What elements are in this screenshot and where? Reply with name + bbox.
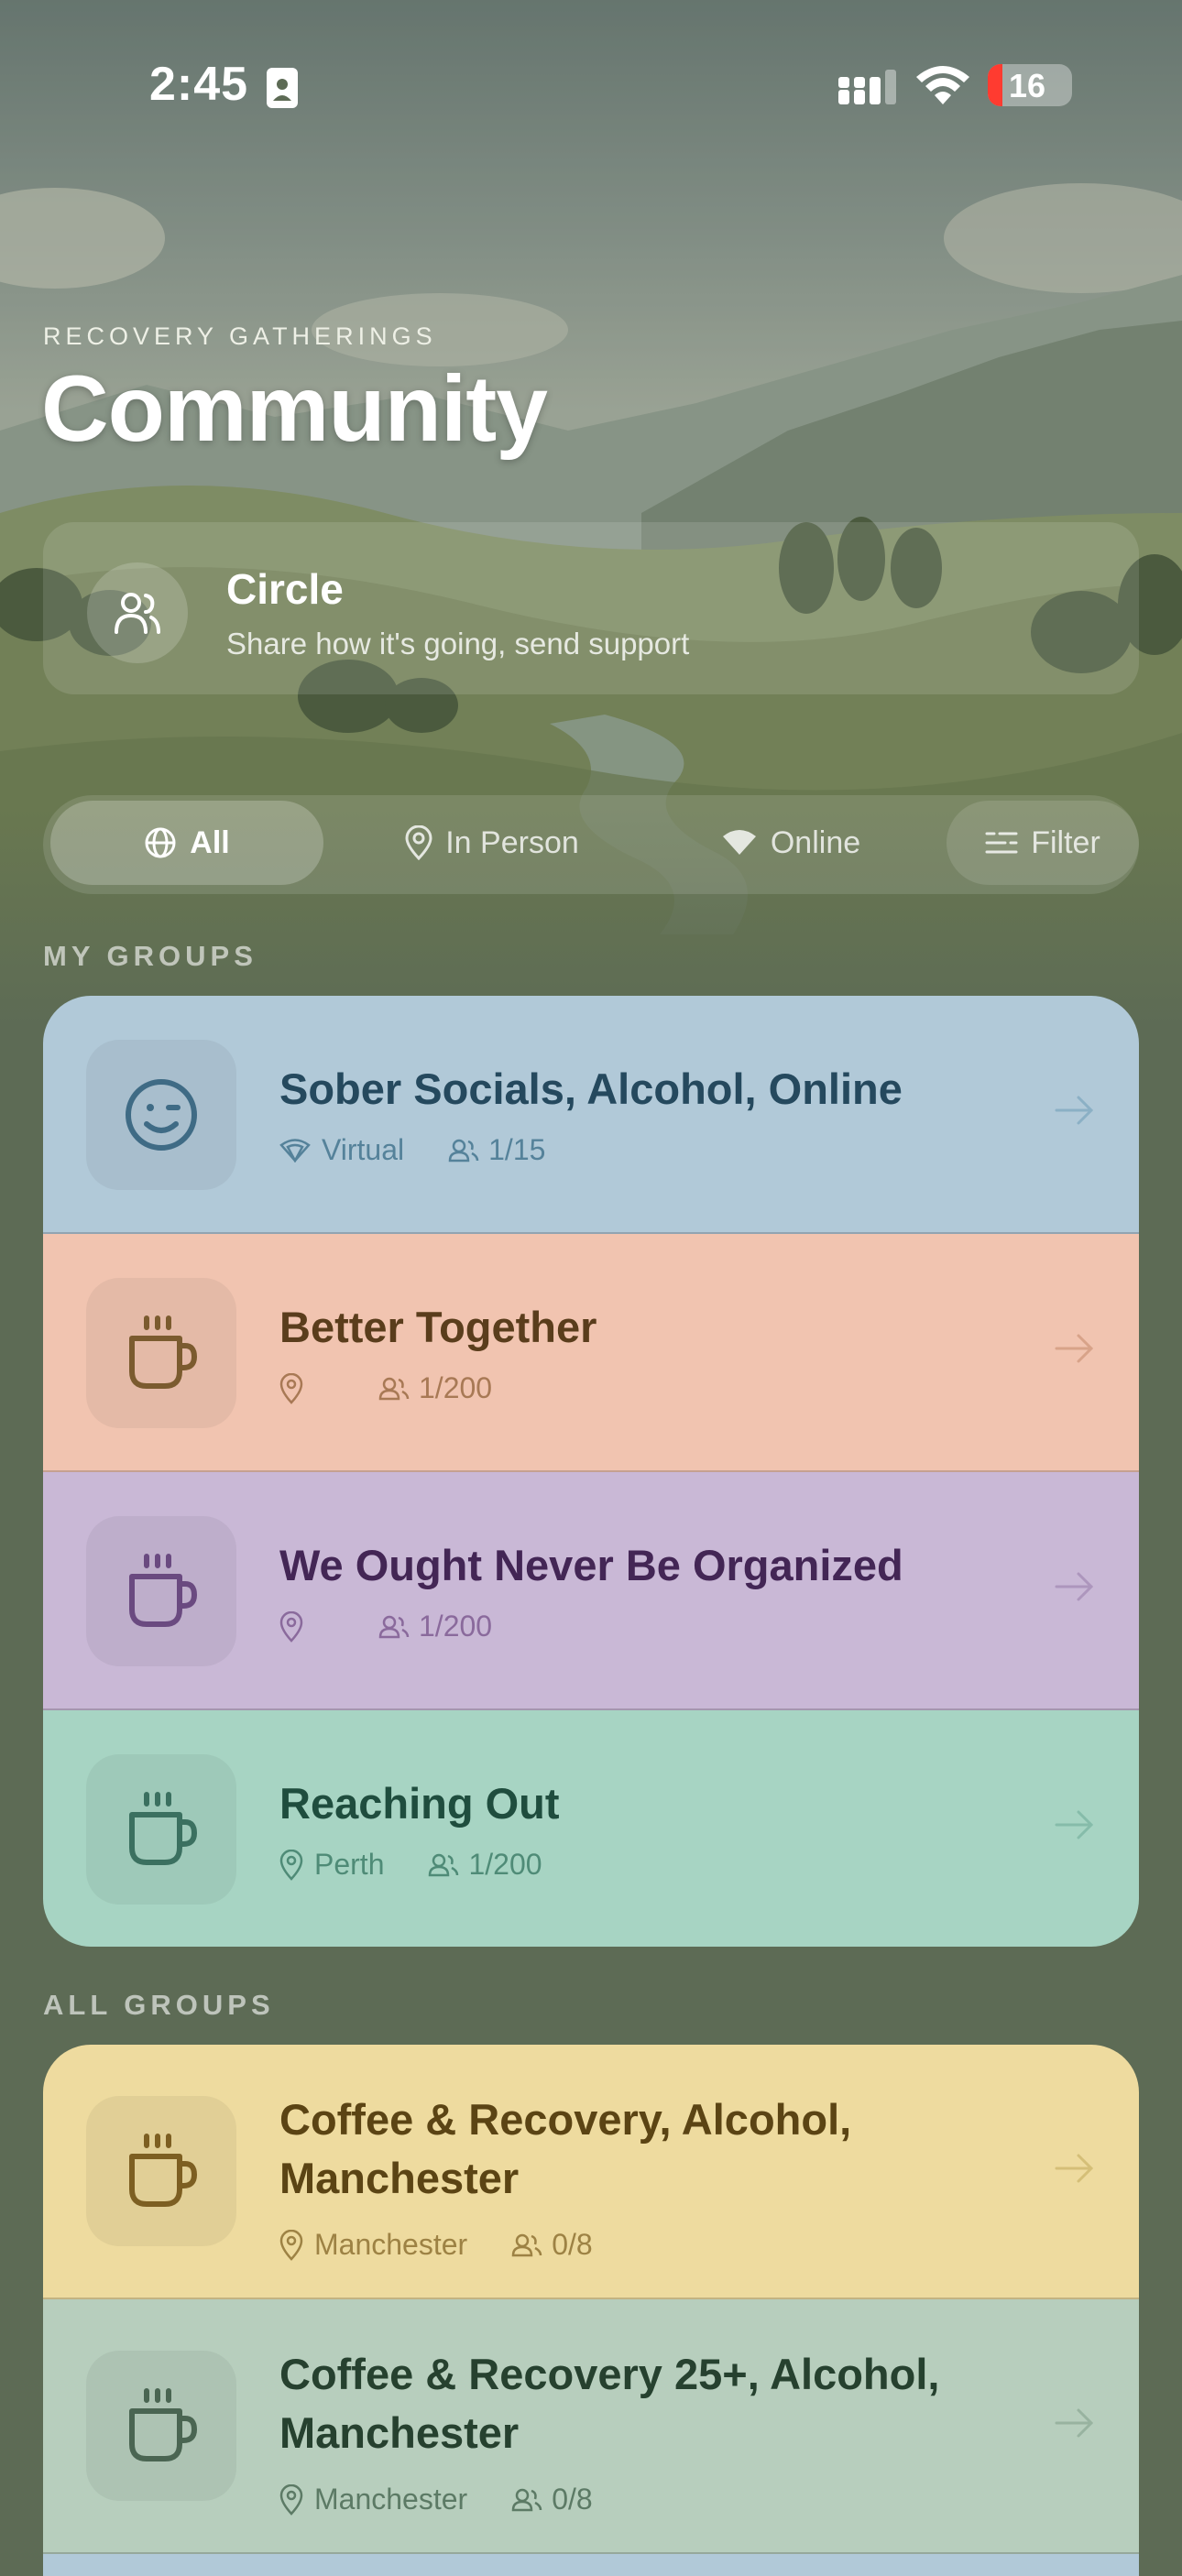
circle-avatar (87, 562, 188, 663)
wifi-signal-icon (916, 66, 969, 104)
group-name: Sober Socials, Alcohol, Online (279, 1064, 903, 1113)
people-icon (511, 2233, 542, 2256)
filter-in-person[interactable]: In Person (355, 801, 629, 885)
filter-all[interactable]: All (50, 801, 323, 885)
group-name: Reaching Out (279, 1779, 560, 1828)
group-member-count-text: 1/200 (419, 1610, 493, 1643)
filter-lines-icon (985, 832, 1018, 854)
group-name: Coffee & Recovery 25+, Alcohol, Manchest… (279, 2350, 940, 2457)
group-row[interactable]: Coffee & Recovery, Alcohol, Manchester M… (43, 2045, 1139, 2299)
location-pin-icon (279, 2229, 303, 2261)
group-row[interactable]: We Ought Never Be Organized 1/200 (43, 1472, 1139, 1710)
group-location: Virtual (279, 1133, 404, 1167)
page-eyebrow: RECOVERY GATHERINGS (43, 322, 437, 350)
group-avatar-tile (86, 1278, 236, 1428)
people-icon (378, 1615, 410, 1638)
arrow-right-icon (1055, 2408, 1094, 2438)
group-member-count: 0/8 (511, 2483, 593, 2516)
wifi-icon (279, 1138, 311, 1162)
group-member-count-text: 0/8 (552, 2483, 593, 2516)
group-member-count: 1/200 (378, 1371, 492, 1405)
filter-online-label: Online (770, 824, 861, 860)
people-icon (115, 593, 160, 634)
circle-card[interactable]: Circle Share how it's going, send suppor… (43, 522, 1139, 694)
winking-face-icon (126, 1079, 197, 1151)
circle-title: Circle (226, 565, 344, 613)
coffee-cup-icon (129, 2134, 197, 2207)
people-icon (429, 1853, 459, 1876)
filter-button[interactable]: Filter (947, 801, 1139, 885)
group-row[interactable]: Better Together 1/200 (43, 1234, 1139, 1472)
group-avatar-tile (86, 1516, 236, 1666)
globe-icon (145, 827, 176, 858)
group-member-count: 1/15 (448, 1133, 545, 1167)
group-location (279, 1372, 334, 1404)
location-pin-icon (279, 2483, 303, 2516)
filter-in-person-label: In Person (445, 824, 579, 860)
my-groups-heading: MY GROUPS (43, 940, 257, 972)
group-location: Manchester (279, 2228, 467, 2262)
cellular-signal-icon (838, 70, 896, 104)
arrow-right-icon (1055, 2154, 1094, 2183)
group-member-count-text: 1/200 (419, 1371, 493, 1404)
group-member-count: 1/200 (378, 1610, 492, 1643)
battery-percent: 16 (1008, 67, 1046, 104)
group-location-text: Virtual (322, 1133, 405, 1166)
group-member-count-text: 1/15 (488, 1133, 546, 1166)
all-groups-heading: ALL GROUPS (43, 1989, 275, 2021)
group-row-partial[interactable] (43, 2554, 1139, 2576)
location-pin-icon (279, 1372, 303, 1404)
coffee-cup-icon (129, 1554, 197, 1627)
group-avatar-tile (86, 2096, 236, 2246)
group-location: Manchester (279, 2483, 467, 2516)
group-location (279, 1610, 334, 1643)
status-bar: 2:45 16 (0, 0, 1182, 174)
group-name: Better Together (279, 1303, 597, 1351)
status-time: 2:45 (149, 58, 249, 111)
circle-subtitle: Share how it's going, send support (226, 627, 690, 660)
group-avatar-tile (86, 1040, 236, 1190)
group-row[interactable]: Coffee & Recovery 25+, Alcohol, Manchest… (43, 2299, 1139, 2554)
filter-all-label: All (190, 824, 230, 860)
battery-indicator: 16 (988, 64, 1072, 106)
arrow-right-icon (1055, 1572, 1094, 1601)
page-title: Community (41, 356, 548, 461)
coffee-cup-icon (129, 1792, 197, 1865)
arrow-right-icon (1055, 1096, 1094, 1125)
people-icon (511, 2488, 542, 2511)
hero-landscape: 2:45 16 RECOVERY GATHERINGS Community Ci… (0, 0, 1182, 1026)
filter-button-label: Filter (1031, 824, 1100, 860)
group-avatar-tile (86, 2351, 236, 2501)
group-member-count: 1/200 (428, 1848, 542, 1882)
coffee-cup-icon (129, 2388, 197, 2461)
arrow-right-icon (1055, 1810, 1094, 1839)
group-avatar-tile (86, 1754, 236, 1905)
group-location-text: Manchester (314, 2483, 468, 2516)
my-groups-list: Sober Socials, Alcohol, Online Virtual 1… (43, 996, 1139, 1947)
group-location: Perth (279, 1848, 384, 1882)
group-member-count-text: 1/200 (468, 1848, 542, 1881)
group-row[interactable]: Sober Socials, Alcohol, Online Virtual 1… (43, 996, 1139, 1234)
contact-card-icon (267, 68, 298, 108)
location-pin-icon (279, 1610, 303, 1643)
group-location-text: Manchester (314, 2228, 468, 2261)
location-pin-icon (405, 825, 432, 860)
people-icon (448, 1139, 479, 1162)
all-groups-list: Coffee & Recovery, Alcohol, Manchester M… (43, 2045, 1139, 2576)
group-member-count-text: 0/8 (552, 2228, 593, 2261)
coffee-cup-icon (129, 1315, 197, 1389)
people-icon (378, 1377, 410, 1400)
group-row[interactable]: Reaching Out Perth 1/200 (43, 1710, 1139, 1947)
group-location-text: Perth (314, 1848, 385, 1881)
group-member-count: 0/8 (511, 2228, 593, 2262)
filter-online[interactable]: Online (662, 801, 919, 885)
group-name: Coffee & Recovery, Alcohol, Manchester (279, 2095, 852, 2202)
location-pin-icon (279, 1849, 303, 1881)
group-name: We Ought Never Be Organized (279, 1541, 903, 1589)
filter-bar: All In Person Online Filter (43, 795, 1139, 894)
arrow-right-icon (1055, 1334, 1094, 1363)
wifi-icon (722, 830, 756, 855)
